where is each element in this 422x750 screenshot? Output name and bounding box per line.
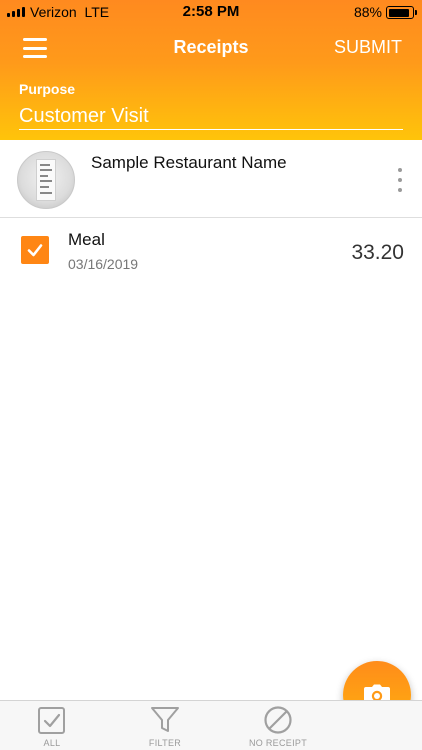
vertical-dots-icon[interactable]: [397, 168, 403, 192]
expense-amount: 33.20: [351, 241, 404, 264]
checkmark-icon: [27, 244, 43, 257]
receipt-thumbnail[interactable]: [17, 151, 75, 209]
battery-percent: 88%: [353, 4, 382, 20]
receipt-header-row[interactable]: Sample Restaurant Name: [0, 140, 422, 218]
tab-all-label: ALL: [43, 738, 61, 748]
tab-no-receipt-label: NO RECEIPT: [248, 738, 307, 748]
list-item[interactable]: Meal 03/16/2019 33.20: [0, 220, 422, 280]
checkbox-icon: [38, 707, 65, 734]
expense-checkbox[interactable]: [21, 236, 49, 264]
tab-filter-label: FILTER: [148, 738, 182, 748]
purpose-label: Purpose: [19, 81, 76, 97]
tab-all[interactable]: ALL: [2, 705, 102, 748]
purpose-input[interactable]: [19, 104, 403, 130]
expense-date: 03/16/2019: [68, 256, 139, 272]
filter-funnel-icon: [151, 707, 179, 732]
bottom-tab-bar: ALL FILTER NO RECEIPT: [0, 700, 422, 750]
battery-icon: [386, 6, 417, 19]
tab-filter[interactable]: FILTER: [115, 705, 215, 748]
tab-no-receipt[interactable]: NO RECEIPT: [228, 705, 328, 748]
submit-button[interactable]: SUBMIT: [334, 37, 402, 58]
prohibited-icon: [264, 706, 292, 734]
merchant-name: Sample Restaurant Name: [91, 153, 287, 172]
status-bar: Verizon LTE 2:58 PM 88%: [0, 0, 422, 24]
expense-category: Meal: [68, 230, 105, 249]
app-header: Verizon LTE 2:58 PM 88% Receipts SUBMIT …: [0, 0, 422, 140]
